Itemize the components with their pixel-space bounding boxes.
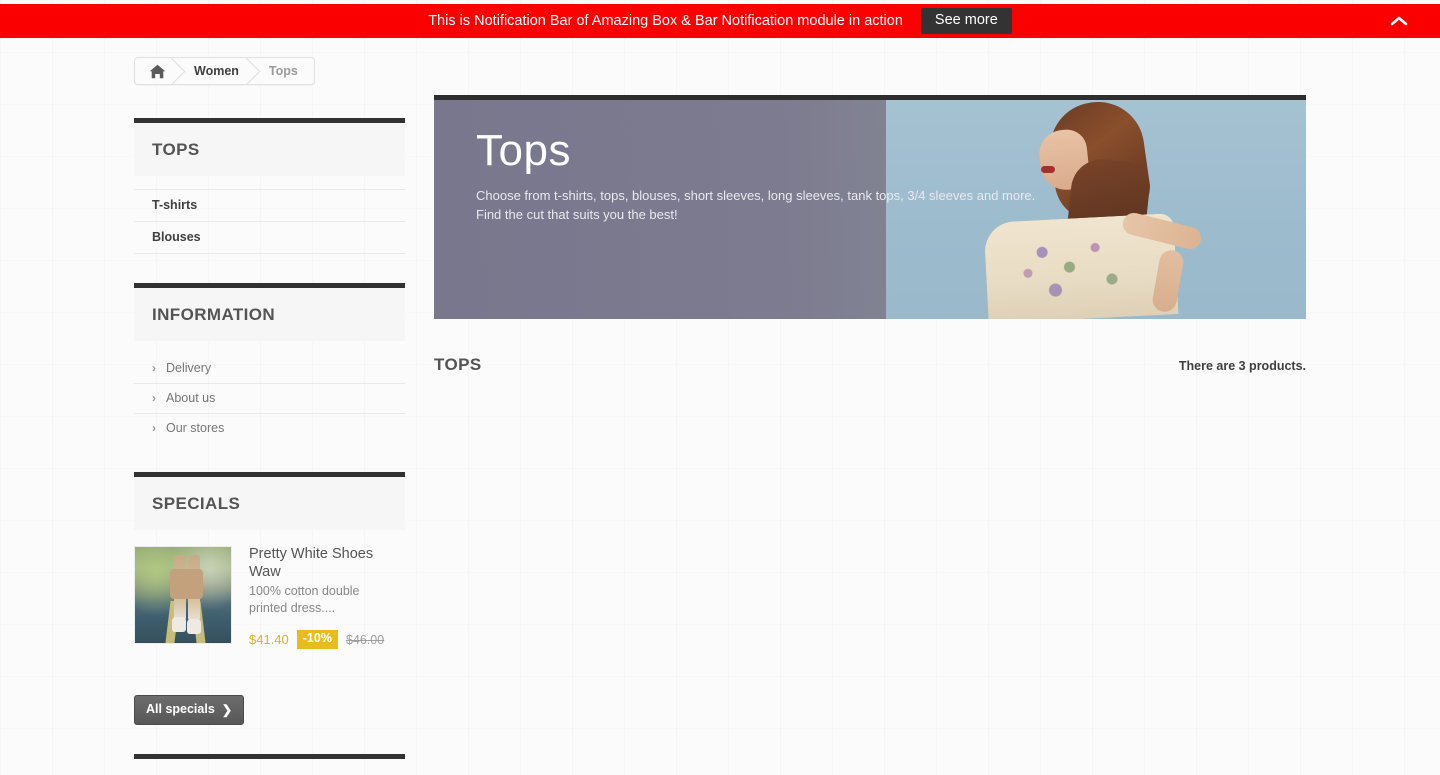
breadcrumb-home-link[interactable] bbox=[135, 58, 180, 84]
special-price-old: $46.00 bbox=[345, 632, 385, 647]
chevron-right-icon: › bbox=[152, 361, 156, 375]
banner-description-line-2: Find the cut that suits you the best! bbox=[476, 207, 678, 223]
all-specials-button[interactable]: All specials ❯ bbox=[134, 694, 245, 725]
list-item: › Our stores bbox=[134, 414, 405, 443]
special-product-info: Pretty White Shoes Waw 100% cotton doubl… bbox=[249, 546, 387, 649]
breadcrumb: Women Tops bbox=[134, 57, 315, 85]
chevron-right-icon: › bbox=[152, 391, 156, 405]
chevron-right-icon: › bbox=[152, 421, 156, 435]
sidebar-item-label: Delivery bbox=[166, 361, 212, 375]
special-product-name[interactable]: Pretty White Shoes Waw bbox=[249, 546, 387, 581]
chevron-right-icon: ❯ bbox=[221, 702, 233, 717]
information-list: › Delivery › About us › Our stores bbox=[134, 354, 405, 443]
category-banner: Tops Choose from t-shirts, tops, blouses… bbox=[434, 100, 1306, 319]
special-product-prices: $41.40 -10% $46.00 bbox=[249, 630, 387, 649]
sidebar-category-header: TOPS bbox=[134, 123, 405, 176]
sidebar-next-block-top-border bbox=[134, 753, 405, 759]
sidebar-item-t-shirts[interactable]: T-shirts bbox=[134, 190, 405, 221]
breadcrumb-item-women[interactable]: Women bbox=[180, 58, 255, 84]
sidebar-specials-header: SPECIALS bbox=[134, 477, 405, 530]
sidebar-item-label: About us bbox=[166, 391, 216, 405]
list-item: T-shirts bbox=[134, 189, 405, 221]
breadcrumb-item-current: Tops bbox=[268, 64, 298, 78]
sidebar-information-title: INFORMATION bbox=[152, 305, 276, 324]
banner-text-block: Tops Choose from t-shirts, tops, blouses… bbox=[476, 126, 1076, 225]
product-count: There are 3 products. bbox=[1178, 359, 1306, 373]
see-more-button[interactable]: See more bbox=[920, 7, 1012, 35]
notification-content: This is Notification Bar of Amazing Box … bbox=[428, 7, 1012, 35]
page-wrapper: Women Tops TOPS T-shirts Blouses INFORMA… bbox=[0, 38, 1440, 775]
special-product-description: 100% cotton double printed dress.... bbox=[249, 584, 360, 616]
banner-description-line-1: Choose from t-shirts, tops, blouses, sho… bbox=[476, 188, 1036, 204]
sidebar-information-body: › Delivery › About us › Our stores bbox=[134, 341, 405, 443]
sidebar-item-about-us[interactable]: › About us bbox=[134, 384, 405, 413]
sidebar-information-header: INFORMATION bbox=[134, 288, 405, 341]
shoe-right bbox=[187, 619, 201, 634]
shorts bbox=[170, 569, 203, 599]
sidebar: TOPS T-shirts Blouses INFORMATION › Deli… bbox=[134, 118, 405, 759]
chevron-up-icon[interactable] bbox=[1386, 8, 1412, 34]
list-item: › About us bbox=[134, 384, 405, 414]
special-product-item: Pretty White Shoes Waw 100% cotton doubl… bbox=[134, 546, 405, 649]
list-item: › Delivery bbox=[134, 354, 405, 384]
page-title: TOPS bbox=[434, 355, 482, 374]
list-item: Blouses bbox=[134, 221, 405, 254]
banner-description: Choose from t-shirts, tops, blouses, sho… bbox=[476, 186, 1076, 224]
main-heading-row: TOPS There are 3 products. bbox=[434, 355, 1306, 375]
sidebar-category-title: TOPS bbox=[152, 140, 200, 159]
sidebar-specials-body: Pretty White Shoes Waw 100% cotton doubl… bbox=[134, 530, 405, 725]
sidebar-item-delivery[interactable]: › Delivery bbox=[134, 354, 405, 383]
special-product-thumbnail[interactable] bbox=[134, 546, 232, 644]
sidebar-item-our-stores[interactable]: › Our stores bbox=[134, 414, 405, 443]
notification-bar: This is Notification Bar of Amazing Box … bbox=[0, 4, 1440, 38]
sidebar-block-category: TOPS T-shirts Blouses bbox=[134, 118, 405, 254]
notification-message: This is Notification Bar of Amazing Box … bbox=[428, 13, 903, 29]
all-specials-label: All specials bbox=[146, 702, 215, 717]
shoe-left bbox=[172, 617, 186, 632]
sidebar-block-specials: SPECIALS Pretty White Shoes Waw 100% cot… bbox=[134, 472, 405, 725]
sidebar-block-information: INFORMATION › Delivery › About us › Our … bbox=[134, 283, 405, 443]
main-content: Tops Choose from t-shirts, tops, blouses… bbox=[434, 95, 1306, 375]
sidebar-specials-title: SPECIALS bbox=[152, 494, 241, 513]
sidebar-category-body: T-shirts Blouses bbox=[134, 176, 405, 254]
special-price-current: $41.40 bbox=[249, 632, 289, 647]
home-icon bbox=[149, 64, 166, 79]
special-discount-badge: -10% bbox=[296, 630, 338, 649]
sidebar-item-label: Our stores bbox=[166, 421, 225, 435]
category-list: T-shirts Blouses bbox=[134, 189, 405, 254]
banner-title: Tops bbox=[476, 126, 571, 175]
sidebar-item-blouses[interactable]: Blouses bbox=[134, 222, 405, 253]
